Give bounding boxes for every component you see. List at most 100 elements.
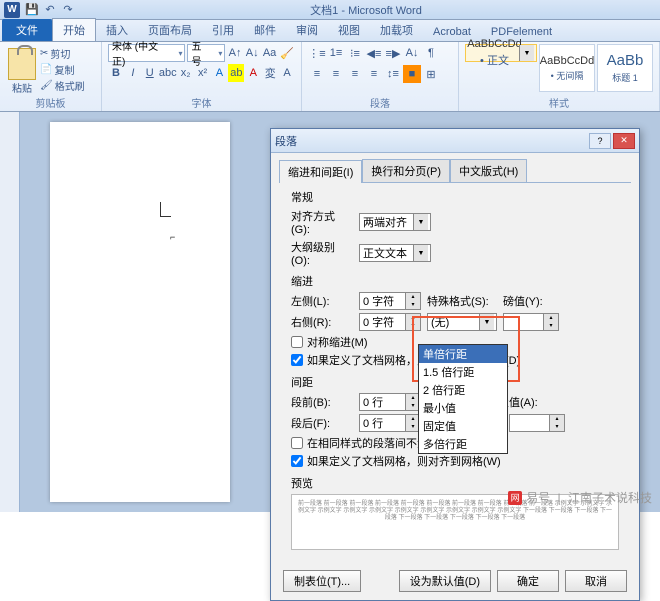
font-color-button[interactable]: A [245,64,261,82]
group-label: 字体 [102,95,301,110]
change-case-icon[interactable]: Aa [262,44,277,62]
ribbon: 粘贴 ✂ 剪切 📄 复制 🖌 格式刷 剪贴板 宋体 (中文正) 五号 A↑ A↓… [0,42,660,112]
watermark-icon: 网 [508,491,522,505]
tab-file[interactable]: 文件 [2,19,52,41]
line-option[interactable]: 多倍行距 [419,435,507,453]
indent-dec-button[interactable]: ◀≡ [365,44,383,62]
align-center-button[interactable]: ≡ [327,65,345,83]
align-select[interactable]: 两端对齐 [359,213,431,231]
line-spacing-dropdown[interactable]: 单倍行距 1.5 倍行距 2 倍行距 最小值 固定值 多倍行距 [418,344,508,454]
window-title: 文档1 - Microsoft Word [76,2,656,18]
cut-button[interactable]: ✂ 剪切 [40,46,85,61]
highlight-button[interactable]: ab [228,64,244,82]
tab-home[interactable]: 开始 [52,18,96,41]
show-marks-button[interactable]: ¶ [422,44,440,62]
default-button[interactable]: 设为默认值(D) [399,570,491,592]
indent-grid-check[interactable] [291,354,303,366]
bullets-button[interactable]: ⋮≡ [308,44,326,62]
clear-format-icon[interactable]: 🧹 [279,44,295,62]
style-heading1[interactable]: AaBb标题 1 [597,44,653,92]
copy-button[interactable]: 📄 复制 [40,62,85,77]
style-normal[interactable]: AaBbCcDd• 正文 [465,44,537,62]
page[interactable]: ⌐ [50,122,230,502]
right-label: 右侧(R): [291,314,353,330]
close-button[interactable]: ✕ [613,133,635,149]
group-label: 段落 [302,95,458,110]
dialog-buttons: 制表位(T)... 设为默认值(D) 确定 取消 [271,562,639,600]
right-spin[interactable]: 0 字符 [359,313,421,331]
after-label: 段后(F): [291,415,353,431]
indent-inc-button[interactable]: ≡▶ [384,44,402,62]
ribbon-tabs: 文件 开始 插入 页面布局 引用 邮件 审阅 视图 加载项 Acrobat PD… [0,20,660,42]
tabs-button[interactable]: 制表位(T)... [283,570,361,592]
special-label: 特殊格式(S): [427,293,497,309]
shrink-font-icon[interactable]: A↓ [245,44,260,62]
special-select[interactable]: (无) [427,313,497,331]
align-label: 对齐方式(G): [291,208,353,236]
at-spin[interactable] [509,414,565,432]
line-option[interactable]: 2 倍行距 [419,381,507,399]
before-label: 段前(B): [291,394,353,410]
save-icon[interactable]: 💾 [24,2,40,18]
redo-icon[interactable]: ↷ [60,2,76,18]
shading-button[interactable]: ■ [403,65,421,83]
grow-font-icon[interactable]: A↑ [227,44,242,62]
ruler-vertical [0,112,20,512]
quick-access-toolbar: 💾 ↶ ↷ [24,2,76,18]
line-option[interactable]: 1.5 倍行距 [419,363,507,381]
group-font: 宋体 (中文正) 五号 A↑ A↓ Aa 🧹 B I U abc x₂ x² A… [102,42,302,111]
multilevel-button[interactable]: ⁝≡ [346,44,364,62]
dialog-title: 段落 [275,133,297,149]
by-spin[interactable] [503,313,559,331]
phonetic-button[interactable]: 変 [262,64,278,82]
nosame-check[interactable] [291,437,303,449]
tab-indent-spacing[interactable]: 缩进和间距(I) [279,160,362,183]
sort-button[interactable]: A↓ [403,44,421,62]
text-effects-button[interactable]: A [212,64,228,82]
numbering-button[interactable]: 1≡ [327,44,345,62]
after-spin[interactable]: 0 行 [359,414,421,432]
left-label: 左侧(L): [291,293,353,309]
font-name-combo[interactable]: 宋体 (中文正) [108,44,186,62]
undo-icon[interactable]: ↶ [42,2,58,18]
outline-label: 大纲级别(O): [291,239,353,267]
tab-mailings[interactable]: 邮件 [244,19,286,41]
group-clipboard: 粘贴 ✂ 剪切 📄 复制 🖌 格式刷 剪贴板 [0,42,102,111]
by-label: 磅值(Y): [503,293,553,309]
dialog-titlebar[interactable]: 段落 ? ✕ [271,129,639,153]
style-nospacing[interactable]: AaBbCcDd• 无间隔 [539,44,595,92]
tab-review[interactable]: 审阅 [286,19,328,41]
dialog-tabs: 缩进和间距(I) 换行和分页(P) 中文版式(H) [271,153,639,182]
line-option[interactable]: 最小值 [419,399,507,417]
group-paragraph: ⋮≡ 1≡ ⁝≡ ◀≡ ≡▶ A↓ ¶ ≡ ≡ ≡ ≡ ↕≡ ■ ⊞ 段落 [302,42,459,111]
title-bar: W 💾 ↶ ↷ 文档1 - Microsoft Word [0,0,660,20]
font-size-combo[interactable]: 五号 [187,44,225,62]
tab-view[interactable]: 视图 [328,19,370,41]
spacing-grid-check[interactable] [291,455,303,467]
section-general: 常规 [291,189,619,205]
line-spacing-button[interactable]: ↕≡ [384,65,402,83]
group-label: 剪贴板 [0,95,101,110]
tab-line-page[interactable]: 换行和分页(P) [362,159,450,182]
format-painter-button[interactable]: 🖌 格式刷 [40,78,85,93]
word-icon: W [4,2,20,18]
mirror-check[interactable] [291,336,303,348]
align-justify-button[interactable]: ≡ [365,65,383,83]
paste-button[interactable]: 粘贴 [6,44,38,98]
before-spin[interactable]: 0 行 [359,393,421,411]
section-indent: 缩进 [291,273,619,289]
borders-button[interactable]: ⊞ [422,65,440,83]
line-option[interactable]: 单倍行距 [419,345,507,363]
align-right-button[interactable]: ≡ [346,65,364,83]
char-border-button[interactable]: A [279,64,295,82]
tab-addins[interactable]: 加载项 [370,19,423,41]
ok-button[interactable]: 确定 [497,570,559,592]
left-spin[interactable]: 0 字符 [359,292,421,310]
tab-asian[interactable]: 中文版式(H) [450,159,527,182]
watermark: 网 易号 | 江南子术说科技 [508,489,652,506]
align-left-button[interactable]: ≡ [308,65,326,83]
cancel-button[interactable]: 取消 [565,570,627,592]
outline-select[interactable]: 正文文本 [359,244,431,262]
help-button[interactable]: ? [589,133,611,149]
line-option[interactable]: 固定值 [419,417,507,435]
